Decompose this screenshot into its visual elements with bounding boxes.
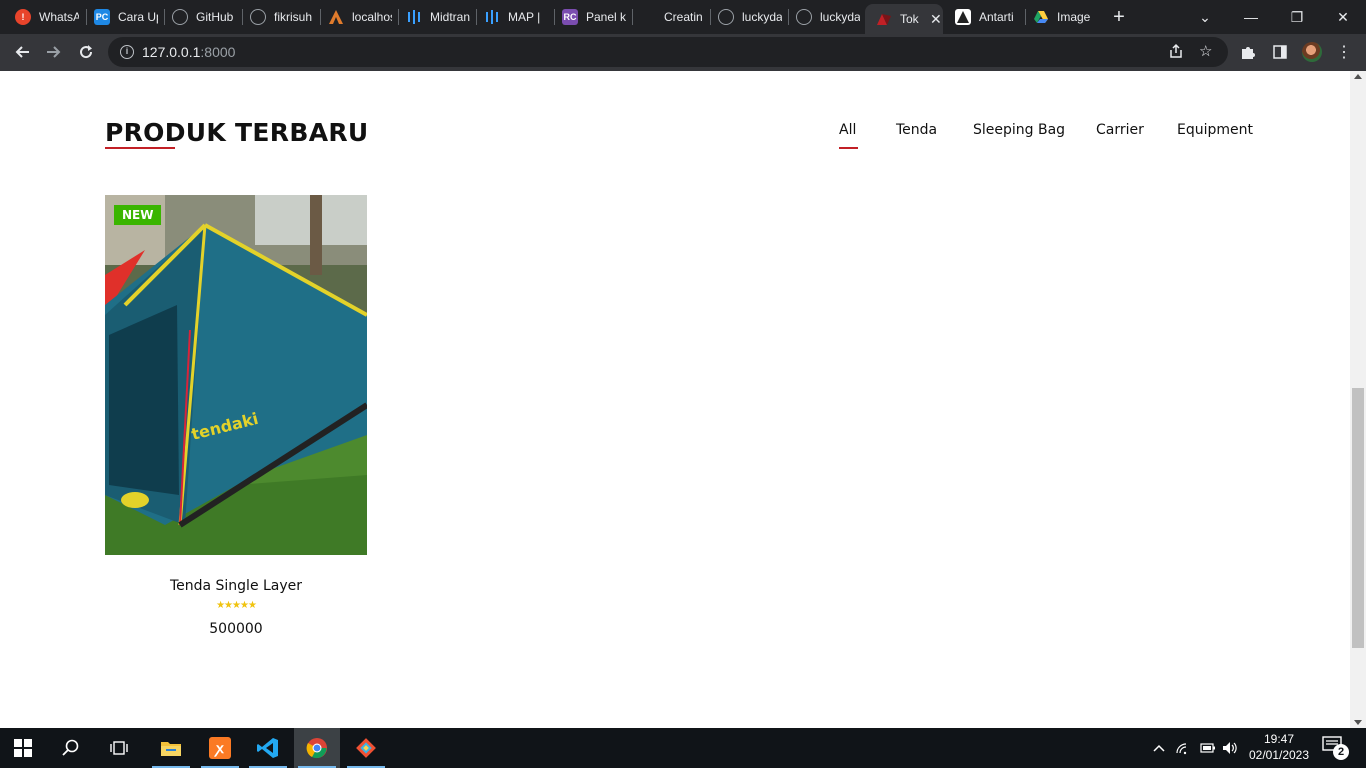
tab-cara-upload[interactable]: PC Cara Upload [83, 3, 163, 31]
extensions-icon[interactable] [1234, 38, 1262, 66]
filter-carrier[interactable]: Carrier [1096, 122, 1144, 138]
side-panel-icon[interactable] [1266, 38, 1294, 66]
restore-button[interactable]: ❐ [1274, 0, 1320, 34]
pc-icon: PC [94, 9, 110, 25]
midtrans-icon [484, 9, 500, 25]
tab-panel[interactable]: RC Panel k [551, 3, 631, 31]
tab-localhost[interactable]: localhost [317, 3, 397, 31]
github-icon [796, 9, 812, 25]
tab-strip: ! WhatsApp PC Cara Upload GitHub fikrisu… [0, 0, 1366, 34]
chrome-icon[interactable] [294, 728, 340, 768]
product-price: 500000 [209, 621, 263, 637]
bookmark-star-icon[interactable]: ☆ [1199, 42, 1212, 60]
search-icon[interactable] [48, 728, 94, 768]
battery-icon[interactable] [1198, 728, 1218, 768]
filter-sleeping-bag[interactable]: Sleeping Bag [973, 122, 1065, 138]
close-window-button[interactable]: ✕ [1320, 0, 1366, 34]
product-image[interactable]: tendaki NEW [105, 195, 367, 555]
close-tab-icon[interactable]: ✕ [930, 11, 942, 28]
profile-avatar[interactable] [1302, 42, 1322, 62]
new-badge: NEW [114, 205, 162, 225]
xampp-app-icon[interactable]: ꭗ [197, 728, 243, 768]
tab-luckyda-2[interactable]: luckyda [785, 3, 863, 31]
tent-icon [876, 11, 892, 27]
task-view-icon[interactable] [96, 728, 142, 768]
minimize-button[interactable]: — [1228, 0, 1274, 34]
wifi-icon[interactable] [1172, 728, 1194, 768]
scroll-down-arrow-icon[interactable] [1354, 720, 1362, 725]
tab-search-icon[interactable]: ⌄ [1182, 0, 1228, 34]
system-clock[interactable]: 19:47 02/01/2023 [1240, 731, 1318, 763]
tab-creating[interactable]: Creatin [629, 3, 709, 31]
whatsapp-icon: ! [15, 9, 31, 25]
site-info-icon[interactable]: i [120, 45, 134, 59]
windows-start-icon[interactable] [0, 728, 46, 768]
rc-icon: RC [562, 9, 578, 25]
address-bar[interactable]: i 127.0.0.1:8000 [108, 37, 1228, 67]
filter-tenda[interactable]: Tenda [896, 122, 937, 138]
clock-date: 02/01/2023 [1248, 748, 1310, 762]
clock-time: 19:47 [1263, 732, 1295, 746]
midtrans-icon [406, 9, 422, 25]
tab-map[interactable]: MAP | [473, 3, 553, 31]
back-icon[interactable] [8, 38, 36, 66]
tab-github[interactable]: GitHub [161, 3, 241, 31]
volume-icon[interactable] [1220, 728, 1240, 768]
scrollbar-thumb[interactable] [1352, 388, 1364, 648]
scroll-up-arrow-icon[interactable] [1354, 74, 1362, 79]
tab-whatsapp[interactable]: ! WhatsApp [4, 3, 86, 31]
blank-page-icon [640, 9, 656, 25]
section-title: PRODUK TERBARU [105, 118, 369, 147]
github-icon [718, 9, 734, 25]
product-name[interactable]: Tenda Single Layer [105, 578, 367, 594]
google-drive-icon [1033, 9, 1049, 25]
reload-icon[interactable] [72, 38, 100, 66]
tent-photo: tendaki [105, 195, 367, 555]
forward-icon[interactable] [40, 38, 68, 66]
tab-fikrisuh[interactable]: fikrisuh [239, 3, 319, 31]
page-viewport: PRODUK TERBARU All Tenda Sleeping Bag Ca… [0, 71, 1350, 728]
tab-antartika[interactable]: Antarti [944, 3, 1024, 31]
notification-count-badge: 2 [1333, 744, 1349, 760]
page-scrollbar[interactable] [1350, 71, 1366, 728]
share-icon[interactable] [1168, 43, 1184, 63]
vscode-icon[interactable] [245, 728, 291, 768]
new-tab-button[interactable]: + [1108, 5, 1130, 29]
xampp-icon [328, 9, 344, 25]
tab-luckyda-1[interactable]: luckyda [707, 3, 787, 31]
github-icon [172, 9, 188, 25]
github-icon [250, 9, 266, 25]
url-host: 127.0.0.1 [142, 44, 201, 60]
notification-center-icon[interactable]: 2 [1322, 736, 1349, 760]
file-explorer-icon[interactable] [148, 728, 194, 768]
filter-all[interactable]: All [839, 122, 856, 138]
url-port: :8000 [200, 44, 236, 60]
menu-kebab-icon[interactable]: ⋮ [1330, 38, 1358, 66]
tab-image[interactable]: Image [1022, 3, 1102, 31]
git-icon[interactable] [343, 728, 389, 768]
browser-toolbar: i 127.0.0.1:8000 ☆ ⋮ [0, 34, 1366, 71]
tray-overflow-chevron-icon[interactable] [1150, 728, 1168, 768]
antartika-icon [955, 9, 971, 25]
rating-stars: ★★★★★ [216, 600, 257, 611]
tab-midtrans[interactable]: Midtrans [395, 3, 475, 31]
windows-taskbar: ꭗ 19:47 02/01/2023 2 [0, 728, 1366, 768]
tab-toko-active[interactable]: Tok ✕ [865, 4, 943, 34]
filter-equipment[interactable]: Equipment [1177, 122, 1253, 138]
title-underline [105, 147, 175, 149]
active-filter-underline [839, 147, 858, 149]
